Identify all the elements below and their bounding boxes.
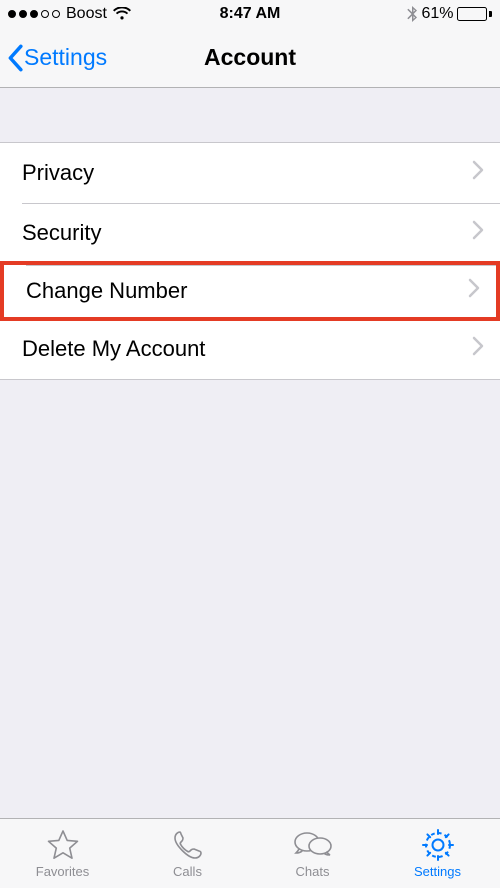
- tab-label: Chats: [296, 864, 330, 879]
- phone-icon: [172, 828, 204, 862]
- chevron-right-icon: [468, 278, 480, 304]
- tab-label: Settings: [414, 864, 461, 879]
- row-label: Delete My Account: [22, 336, 472, 362]
- tab-settings[interactable]: Settings: [375, 819, 500, 888]
- back-button[interactable]: Settings: [0, 44, 107, 72]
- chevron-right-icon: [472, 336, 484, 362]
- section-gap: [0, 88, 500, 142]
- chevron-right-icon: [472, 160, 484, 186]
- content-area: Privacy Security Change Number Delete My…: [0, 88, 500, 818]
- chevron-right-icon: [472, 220, 484, 246]
- star-icon: [46, 828, 80, 862]
- row-label: Change Number: [26, 278, 468, 304]
- battery-pct-label: 61%: [421, 5, 453, 23]
- account-settings-group: Privacy Security Change Number Delete My…: [0, 142, 500, 380]
- clock-label: 8:47 AM: [169, 5, 330, 23]
- change-number-row[interactable]: Change Number: [0, 261, 500, 321]
- security-row[interactable]: Security: [0, 203, 500, 263]
- screen: Boost 8:47 AM 61% Settings Account: [0, 0, 500, 888]
- back-label: Settings: [24, 44, 107, 71]
- privacy-row[interactable]: Privacy: [0, 143, 500, 203]
- tab-favorites[interactable]: Favorites: [0, 819, 125, 888]
- status-left: Boost: [8, 5, 169, 23]
- chat-icon: [293, 828, 333, 862]
- tab-chats[interactable]: Chats: [250, 819, 375, 888]
- battery-icon: [457, 7, 492, 21]
- nav-bar: Settings Account: [0, 28, 500, 88]
- carrier-label: Boost: [66, 5, 107, 23]
- status-right: 61%: [331, 5, 492, 23]
- row-label: Security: [22, 220, 472, 246]
- delete-account-row[interactable]: Delete My Account: [0, 319, 500, 379]
- status-bar: Boost 8:47 AM 61%: [0, 0, 500, 28]
- chevron-left-icon: [6, 44, 24, 72]
- wifi-icon: [113, 7, 131, 21]
- tab-calls[interactable]: Calls: [125, 819, 250, 888]
- tab-bar: Favorites Calls Chats: [0, 818, 500, 888]
- tab-label: Calls: [173, 864, 202, 879]
- tab-label: Favorites: [36, 864, 89, 879]
- bluetooth-icon: [407, 6, 417, 22]
- row-label: Privacy: [22, 160, 472, 186]
- signal-strength-icon: [8, 10, 60, 18]
- gear-icon: [421, 828, 455, 862]
